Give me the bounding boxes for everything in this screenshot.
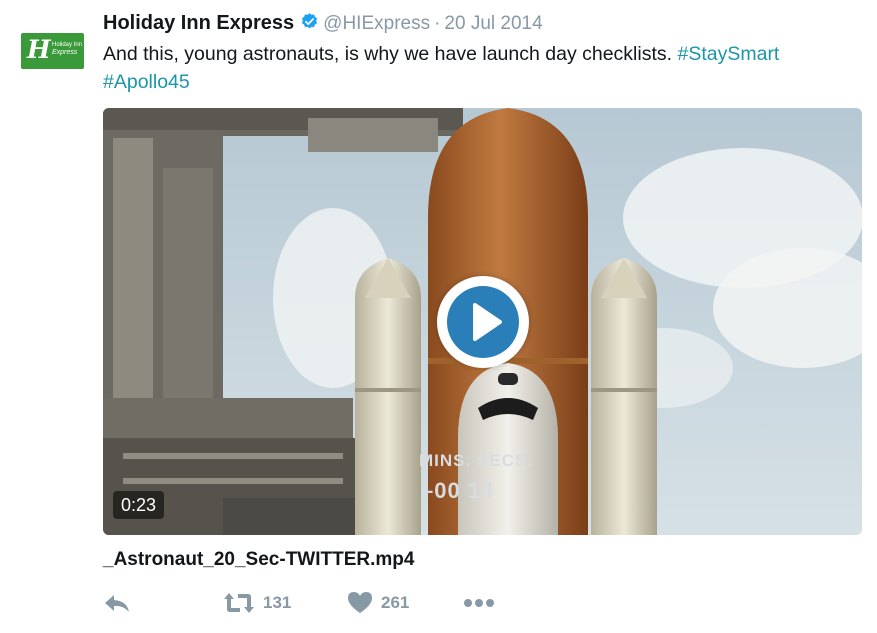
video-overlay-line1: MINS. SECS. xyxy=(419,451,533,470)
video-player[interactable]: MINS. SECS. –00 14 0:23 xyxy=(103,108,862,535)
tweet-actions: 131 261 xyxy=(103,588,863,618)
retweet-button[interactable]: 131 xyxy=(223,588,291,618)
video-overlay-line2: –00 14 xyxy=(421,478,494,503)
avatar-logo-letter: H xyxy=(27,35,51,64)
separator: · xyxy=(434,13,441,34)
play-button[interactable] xyxy=(437,276,529,368)
reply-button[interactable] xyxy=(103,588,131,618)
more-icon xyxy=(464,599,494,607)
like-count: 261 xyxy=(381,593,410,612)
tweet-date[interactable]: 20 Jul 2014 xyxy=(444,13,542,34)
tweet-header: Holiday Inn Express @HIExpress · 20 Jul 201… xyxy=(103,12,543,36)
video-duration: 0:23 xyxy=(113,491,165,519)
hashtag-staysmart[interactable]: #StaySmart xyxy=(677,43,779,65)
avatar-brand-line1: Holiday Inn xyxy=(52,42,83,48)
author-handle[interactable]: @HIExpress xyxy=(323,13,430,34)
verified-badge-icon xyxy=(302,13,318,29)
tweet-body: And this, young astronauts, is why we ha… xyxy=(103,43,673,65)
avatar[interactable]: H Holiday Inn Express xyxy=(21,33,84,69)
avatar-brand-line2: Express xyxy=(52,49,78,56)
avatar-brand: Holiday Inn Express xyxy=(52,42,82,56)
heart-icon xyxy=(348,592,372,613)
tweet-text: And this, young astronauts, is why we ha… xyxy=(103,40,863,96)
retweet-count: 131 xyxy=(263,593,292,612)
like-button[interactable]: 261 xyxy=(347,588,409,618)
video-filename[interactable]: _Astronaut_20_Sec-TWITTER.mp4 xyxy=(103,549,414,571)
play-icon xyxy=(447,286,519,358)
reply-icon xyxy=(105,595,129,612)
retweet-icon xyxy=(224,593,254,613)
more-button[interactable] xyxy=(463,588,495,618)
author-name[interactable]: Holiday Inn Express xyxy=(103,12,294,34)
hashtag-apollo45[interactable]: #Apollo45 xyxy=(103,71,190,93)
